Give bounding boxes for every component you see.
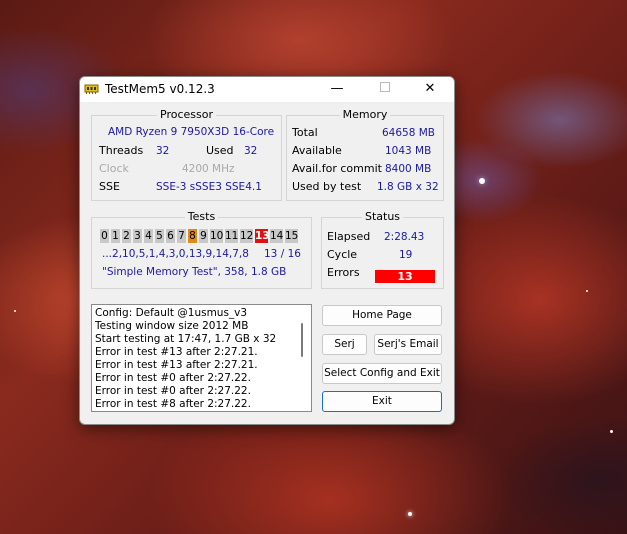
test-cell-10: 10 <box>210 229 224 243</box>
clock-value: 4200 MHz <box>182 163 235 175</box>
cycle-value: 19 <box>399 249 413 261</box>
star <box>586 290 588 292</box>
used-label: Used <box>206 144 234 157</box>
available-label: Available <box>292 144 342 157</box>
test-cell-5: 5 <box>155 229 164 243</box>
sse-value: SSE-3 sSSE3 SSE4.1 <box>156 181 262 193</box>
star <box>14 310 16 312</box>
log-line: Error in test #13 after 2:27.21. <box>95 346 258 358</box>
test-cell-7: 7 <box>177 229 186 243</box>
processor-group: Processor AMD Ryzen 9 7950X3D 16-Core Th… <box>91 108 282 201</box>
threads-value: 32 <box>156 145 170 157</box>
test-cell-13: 13 <box>255 229 270 243</box>
used-by-test-label: Used by test <box>292 180 362 193</box>
elapsed-value: 2:28.43 <box>384 231 425 243</box>
test-cell-6: 6 <box>166 229 175 243</box>
available-value: 1043 MB <box>385 145 432 157</box>
star <box>479 178 485 184</box>
log-line: Error in test #0 after 2:27.22. <box>95 372 251 384</box>
used-value: 32 <box>244 145 258 157</box>
log-line: Testing window size 2012 MB <box>95 320 249 332</box>
clock-label: Clock <box>99 162 129 175</box>
select-config-and-exit-button[interactable]: Select Config and Exit <box>322 363 442 384</box>
serj-button[interactable]: Serj <box>322 334 367 355</box>
log-line: Error in test #13 after 2:27.21. <box>95 359 258 371</box>
memory-group: Memory Total 64658 MB Available 1043 MB … <box>286 108 444 201</box>
test-progress: 13 / 16 <box>264 248 301 260</box>
status-group: Status Elapsed 2:28.43 Cycle 19 Errors 1… <box>321 210 444 289</box>
star <box>610 430 613 433</box>
errors-label: Errors <box>327 266 360 279</box>
test-cell-1: 1 <box>111 229 120 243</box>
processor-name: AMD Ryzen 9 7950X3D 16-Core <box>108 126 275 138</box>
test-cell-11: 11 <box>225 229 239 243</box>
maximize-button[interactable] <box>370 80 400 98</box>
status-title: Status <box>361 210 404 223</box>
cycle-label: Cycle <box>327 248 358 261</box>
test-sequence: ...2,10,5,1,4,3,0,13,9,14,7,8 <box>102 248 249 260</box>
test-cell-2: 2 <box>122 229 131 243</box>
home-page-button[interactable]: Home Page <box>322 305 442 326</box>
test-cell-15: 15 <box>285 229 299 243</box>
total-label: Total <box>292 126 318 139</box>
test-cell-3: 3 <box>133 229 142 243</box>
elapsed-label: Elapsed <box>327 230 371 243</box>
test-cell-0: 0 <box>100 229 109 243</box>
memory-title: Memory <box>339 108 391 121</box>
star <box>408 512 412 516</box>
minimize-button[interactable]: — <box>322 80 352 98</box>
tests-group: Tests 0 1 2 3 4 5 6 7 8 9 10 11 12 13 14 15 ...2,10,5,1… <box>91 210 312 289</box>
memory-chip-icon <box>84 84 99 94</box>
total-value: 64658 MB <box>382 127 436 139</box>
log-line: Start testing at 17:47, 1.7 GB x 32 <box>95 333 277 345</box>
title-bar[interactable]: TestMem5 v0.12.3 — ✕ <box>80 77 454 102</box>
exit-button[interactable]: Exit <box>322 391 442 412</box>
test-cell-8: 8 <box>188 229 197 243</box>
maximize-icon <box>380 82 390 92</box>
log-line: Error in test #8 after 2:27.22. <box>95 398 251 410</box>
tests-title: Tests <box>184 210 219 223</box>
test-cell-4: 4 <box>144 229 153 243</box>
testmem5-window: TestMem5 v0.12.3 — ✕ Processor AMD Ryzen… <box>79 76 455 425</box>
test-cell-14: 14 <box>270 229 284 243</box>
used-by-test-value: 1.8 GB x 32 <box>377 181 439 193</box>
commit-value: 8400 MB <box>385 163 432 175</box>
serj-email-button[interactable]: Serj's Email <box>374 334 442 355</box>
commit-label: Avail.for commit <box>292 162 382 175</box>
log-textarea[interactable]: Config: Default @1usmus_v3 Testing windo… <box>91 304 312 412</box>
log-line: Config: Default @1usmus_v3 <box>95 307 248 319</box>
log-scrollbar[interactable] <box>301 323 303 357</box>
current-test: "Simple Memory Test", 358, 1.8 GB <box>102 266 287 278</box>
log-line: Error in test #0 after 2:27.22. <box>95 385 251 397</box>
threads-label: Threads <box>99 144 144 157</box>
test-cell-9: 9 <box>199 229 208 243</box>
test-cell-12: 12 <box>240 229 254 243</box>
errors-value: 13 <box>375 270 435 283</box>
test-cells: 0 1 2 3 4 5 6 7 8 9 10 11 12 13 14 15 <box>100 226 310 246</box>
close-button[interactable]: ✕ <box>415 80 445 98</box>
window-title: TestMem5 v0.12.3 <box>105 82 215 96</box>
sse-label: SSE <box>99 180 120 193</box>
processor-title: Processor <box>157 108 216 121</box>
